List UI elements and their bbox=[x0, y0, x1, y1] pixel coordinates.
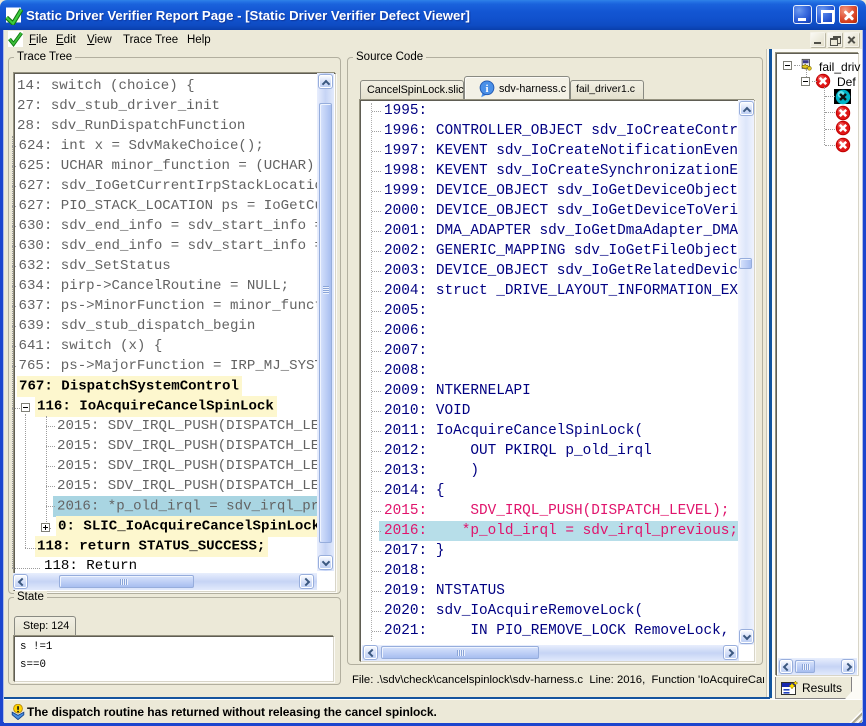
svg-text:i: i bbox=[485, 83, 488, 95]
